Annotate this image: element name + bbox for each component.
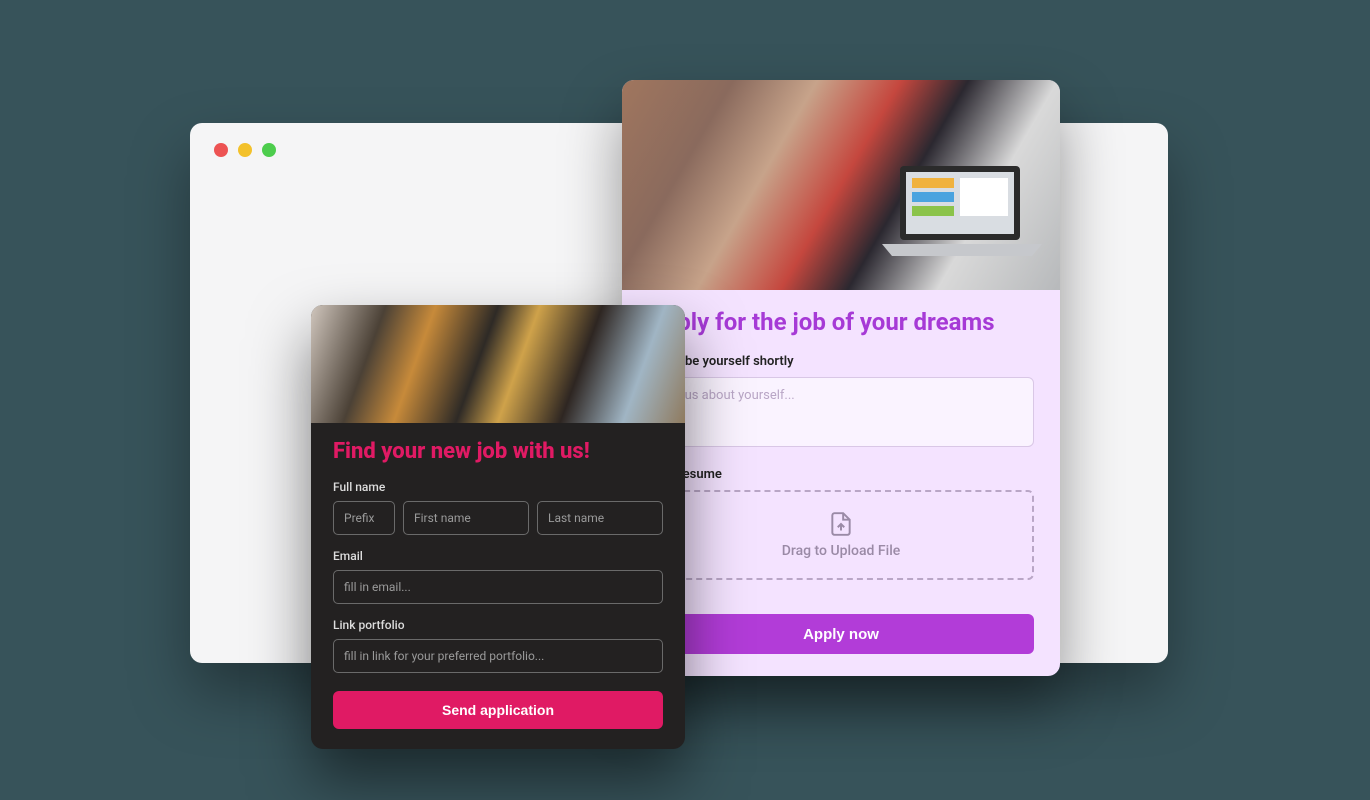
minimize-window-icon[interactable]	[238, 143, 252, 157]
resume-label: Your resume	[648, 467, 1034, 482]
hero-image	[622, 80, 1060, 290]
maximize-window-icon[interactable]	[262, 143, 276, 157]
close-window-icon[interactable]	[214, 143, 228, 157]
portfolio-input[interactable]	[333, 639, 663, 673]
apply-now-button[interactable]: Apply now	[648, 614, 1034, 654]
prefix-input[interactable]	[333, 501, 395, 535]
email-input[interactable]	[333, 570, 663, 604]
lastname-input[interactable]	[537, 501, 663, 535]
laptop-illustration-icon	[882, 160, 1042, 260]
fullname-label: Full name	[333, 480, 663, 494]
resume-upload-dropzone[interactable]: Drag to Upload File	[648, 490, 1034, 580]
file-upload-icon	[828, 511, 854, 537]
describe-label: Describe yourself shortly	[648, 354, 1034, 369]
window-controls	[214, 143, 276, 157]
describe-textarea[interactable]	[648, 377, 1034, 447]
upload-text: Drag to Upload File	[782, 543, 901, 559]
card-title: Find your new job with us!	[333, 439, 663, 464]
send-application-button[interactable]: Send application	[333, 691, 663, 729]
email-label: Email	[333, 549, 663, 563]
hero-image	[311, 305, 685, 423]
apply-card-dark: Find your new job with us! Full name Ema…	[311, 305, 685, 749]
apply-card-purple: Apply for the job of your dreams Describ…	[622, 80, 1060, 676]
portfolio-label: Link portfolio	[333, 618, 663, 632]
firstname-input[interactable]	[403, 501, 529, 535]
card-title: Apply for the job of your dreams	[648, 308, 1034, 336]
